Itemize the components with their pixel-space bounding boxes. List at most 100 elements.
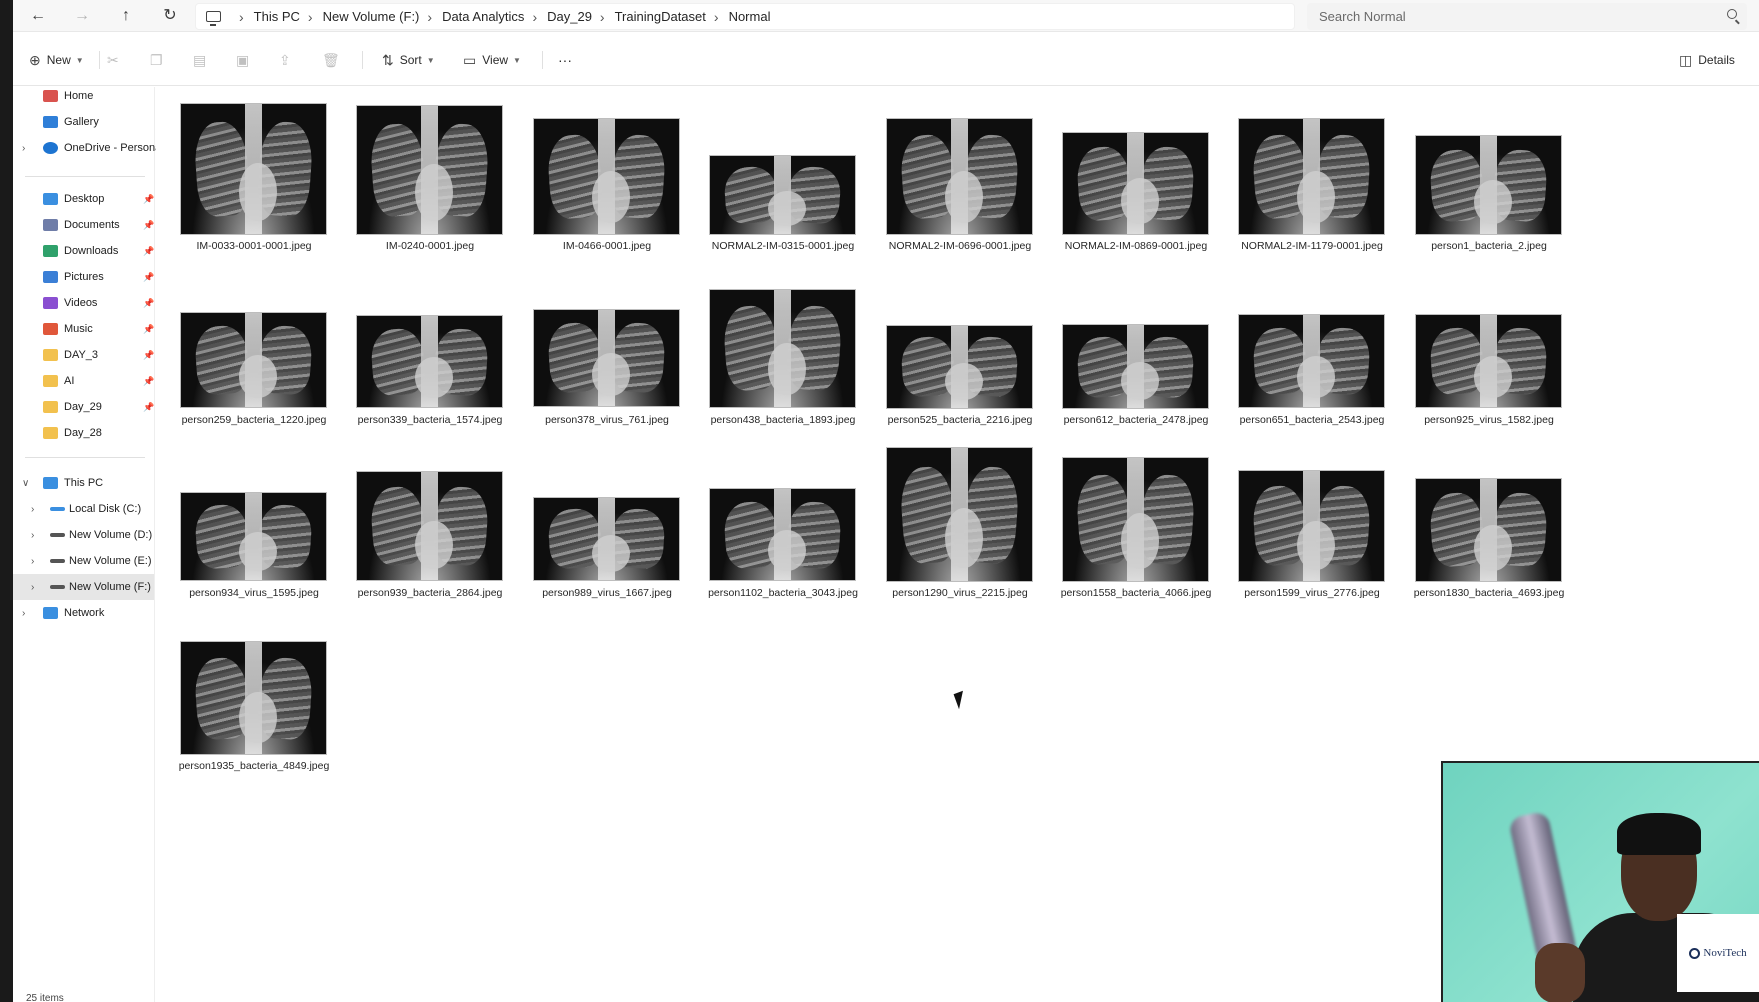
breadcrumb-item[interactable]: › This PC: [235, 9, 304, 25]
sidebar-item-pinned[interactable]: Music 📌: [13, 316, 154, 342]
xray-thumbnail[interactable]: [886, 447, 1033, 582]
xray-thumbnail[interactable]: [709, 289, 856, 408]
sidebar-item-pinned[interactable]: AI 📌: [13, 368, 154, 394]
pin-icon[interactable]: 📌: [143, 272, 154, 283]
file-item[interactable]: person1290_virus_2215.jpeg: [862, 87, 1058, 599]
xray-thumbnail[interactable]: [886, 325, 1033, 409]
chevron-right-icon[interactable]: ›: [714, 9, 719, 25]
file-name: person1599_virus_2776.jpeg: [1244, 587, 1380, 599]
pin-icon[interactable]: 📌: [143, 376, 154, 387]
sidebar-item-drive[interactable]: › Local Disk (C:): [13, 496, 154, 522]
refresh-icon[interactable]: ↻: [159, 5, 181, 27]
file-name: person1830_bacteria_4693.jpeg: [1413, 587, 1565, 599]
chevron-right-icon[interactable]: ›: [600, 9, 605, 25]
xray-thumbnail[interactable]: [709, 488, 856, 581]
chevron-right-icon[interactable]: ›: [532, 9, 537, 25]
chevron-right-icon[interactable]: ›: [239, 9, 244, 25]
sidebar-item-network[interactable]: › Network: [13, 600, 154, 626]
chevron-right-icon[interactable]: ›: [31, 530, 34, 541]
pin-icon[interactable]: 📌: [143, 350, 154, 361]
xray-thumbnail[interactable]: [356, 315, 503, 408]
share-button[interactable]: ⇪: [279, 49, 297, 71]
sidebar-item-pinned[interactable]: Pictures 📌: [13, 264, 154, 290]
xray-thumbnail[interactable]: [180, 492, 327, 581]
xray-thumbnail[interactable]: [1062, 457, 1209, 582]
file-item[interactable]: person1935_bacteria_4849.jpeg: [156, 87, 352, 772]
sidebar-item-quick[interactable]: Home: [13, 83, 154, 109]
chevron-right-icon[interactable]: ›: [427, 9, 432, 25]
videos-icon: [43, 297, 58, 309]
copy-button[interactable]: ❐: [150, 49, 169, 71]
file-item[interactable]: person1102_bacteria_3043.jpeg: [685, 87, 881, 599]
chevron-right-icon[interactable]: ›: [22, 143, 25, 154]
breadcrumb-item[interactable]: › Data Analytics: [423, 9, 528, 25]
pin-icon[interactable]: 📌: [143, 324, 154, 335]
chevron-right-icon[interactable]: ›: [31, 504, 34, 515]
sidebar-item-quick[interactable]: Gallery: [13, 109, 154, 135]
pin-icon[interactable]: 📌: [143, 194, 154, 205]
sidebar-item-pinned[interactable]: Day_29 📌: [13, 394, 154, 420]
chevron-right-icon[interactable]: ›: [31, 582, 34, 593]
file-item[interactable]: person1830_bacteria_4693.jpeg: [1391, 87, 1587, 599]
sidebar-item-pinned[interactable]: Day_28: [13, 420, 154, 446]
forward-arrow-icon[interactable]: →: [71, 5, 93, 27]
sidebar-item-pinned[interactable]: Videos 📌: [13, 290, 154, 316]
file-item[interactable]: person989_virus_1667.jpeg: [509, 87, 705, 599]
delete-button[interactable]: 🗑: [322, 49, 346, 71]
sidebar-item-pinned[interactable]: DAY_3 📌: [13, 342, 154, 368]
more-options-button[interactable]: ···: [558, 49, 572, 71]
xray-thumbnail[interactable]: [180, 312, 327, 408]
xray-thumbnail[interactable]: [1415, 478, 1562, 582]
chevron-right-icon[interactable]: ›: [31, 556, 34, 567]
pin-icon[interactable]: 📌: [143, 246, 154, 257]
details-button[interactable]: ◫ Details: [1679, 49, 1735, 71]
xray-thumbnail[interactable]: [1238, 470, 1385, 582]
search-input[interactable]: Search Normal: [1307, 3, 1747, 30]
sort-button[interactable]: ⇅ Sort ▼: [382, 49, 435, 71]
breadcrumb-item[interactable]: › TrainingDataset: [596, 9, 710, 25]
file-item[interactable]: person939_bacteria_2864.jpeg: [332, 87, 528, 599]
sidebar-item-drive[interactable]: › New Volume (F:): [13, 574, 154, 600]
xray-thumbnail[interactable]: [1415, 314, 1562, 408]
back-arrow-icon[interactable]: ←: [27, 5, 49, 27]
chevron-right-icon[interactable]: ›: [22, 608, 25, 619]
search-placeholder: Search Normal: [1319, 9, 1406, 24]
pin-icon[interactable]: 📌: [143, 298, 154, 309]
pin-icon[interactable]: 📌: [143, 220, 154, 231]
file-item[interactable]: person1558_bacteria_4066.jpeg: [1038, 87, 1234, 599]
breadcrumb-item[interactable]: › Day_29: [528, 9, 595, 25]
computer-icon[interactable]: [206, 11, 221, 26]
network-icon: [43, 607, 58, 619]
home-icon: [43, 90, 58, 102]
breadcrumb[interactable]: › This PC › New Volume (F:) › Data Analytics ›…: [195, 3, 1295, 30]
cut-button[interactable]: ✂: [107, 49, 125, 71]
sidebar-item-pinned[interactable]: Documents 📌: [13, 212, 154, 238]
view-button[interactable]: ▭ View ▼: [463, 49, 521, 71]
pin-icon[interactable]: 📌: [143, 402, 154, 413]
sidebar-item-this-pc[interactable]: ∨ This PC: [13, 470, 154, 496]
file-name: person438_bacteria_1893.jpeg: [710, 414, 856, 426]
xray-heart: [768, 342, 806, 396]
folder-icon: [43, 375, 58, 387]
search-icon[interactable]: [1727, 9, 1737, 19]
sidebar-item-pinned[interactable]: Desktop 📌: [13, 186, 154, 212]
xray-thumbnail[interactable]: [533, 309, 680, 407]
up-arrow-icon[interactable]: ↑: [115, 5, 137, 27]
new-button[interactable]: ⊕ New ▼: [29, 49, 84, 71]
xray-thumbnail[interactable]: [1062, 324, 1209, 409]
sidebar-item-drive[interactable]: › New Volume (D:): [13, 522, 154, 548]
sidebar-item-quick[interactable]: › OneDrive - Personal: [13, 135, 156, 161]
sidebar-item-pinned[interactable]: Downloads 📌: [13, 238, 154, 264]
paste-button[interactable]: ▤: [193, 49, 212, 71]
breadcrumb-item[interactable]: › New Volume (F:): [304, 9, 423, 25]
xray-thumbnail[interactable]: [1238, 314, 1385, 408]
sidebar-item-drive[interactable]: › New Volume (E:): [13, 548, 154, 574]
xray-thumbnail[interactable]: [533, 497, 680, 581]
file-item[interactable]: person1599_virus_2776.jpeg: [1214, 87, 1410, 599]
chevron-down-icon[interactable]: ∨: [22, 478, 29, 489]
rename-button[interactable]: ▣: [236, 49, 255, 71]
xray-thumbnail[interactable]: [356, 471, 503, 581]
chevron-right-icon[interactable]: ›: [308, 9, 313, 25]
breadcrumb-item[interactable]: › Normal: [710, 9, 775, 25]
xray-thumbnail[interactable]: [180, 641, 327, 755]
